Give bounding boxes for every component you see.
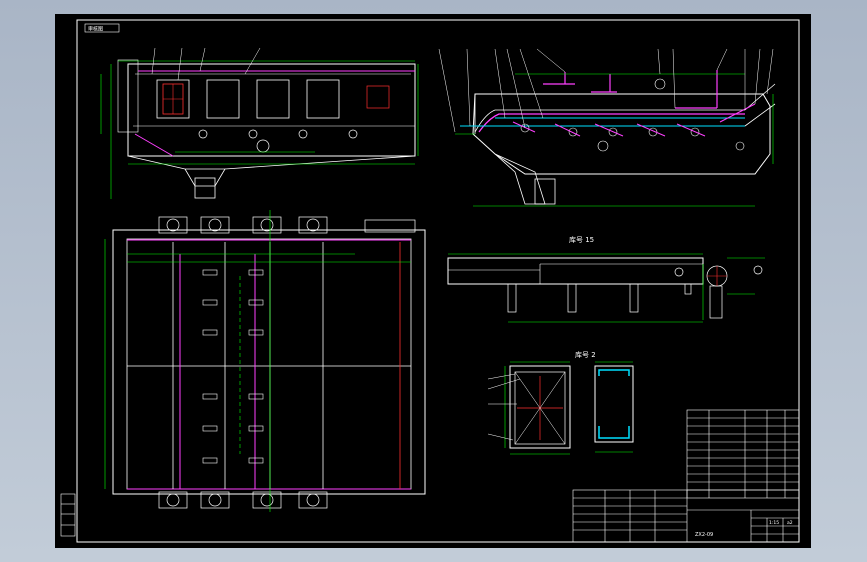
sheet-border — [76, 19, 800, 543]
stamp-text: 审核图 — [88, 26, 103, 33]
section-2-label: 库号 2 — [575, 350, 596, 359]
section-15-view — [447, 253, 765, 323]
revision-strip — [60, 493, 76, 537]
front-view — [100, 47, 419, 199]
sheet-number: a2 — [787, 520, 793, 526]
cad-viewport[interactable]: 审核图 库号 15 库号 2 ZX2-09 1:15 a2 — [55, 14, 811, 548]
drawing-scale: 1:15 — [769, 520, 779, 526]
section-2-view — [487, 361, 634, 455]
section-15-label: 库号 15 — [569, 235, 594, 244]
parts-list — [686, 409, 800, 499]
plan-view — [104, 210, 426, 512]
drawing-code: ZX2-09 — [695, 532, 713, 538]
side-view — [438, 48, 776, 207]
cad-drawing: 审核图 库号 15 库号 2 ZX2-09 1:15 a2 — [60, 19, 800, 543]
